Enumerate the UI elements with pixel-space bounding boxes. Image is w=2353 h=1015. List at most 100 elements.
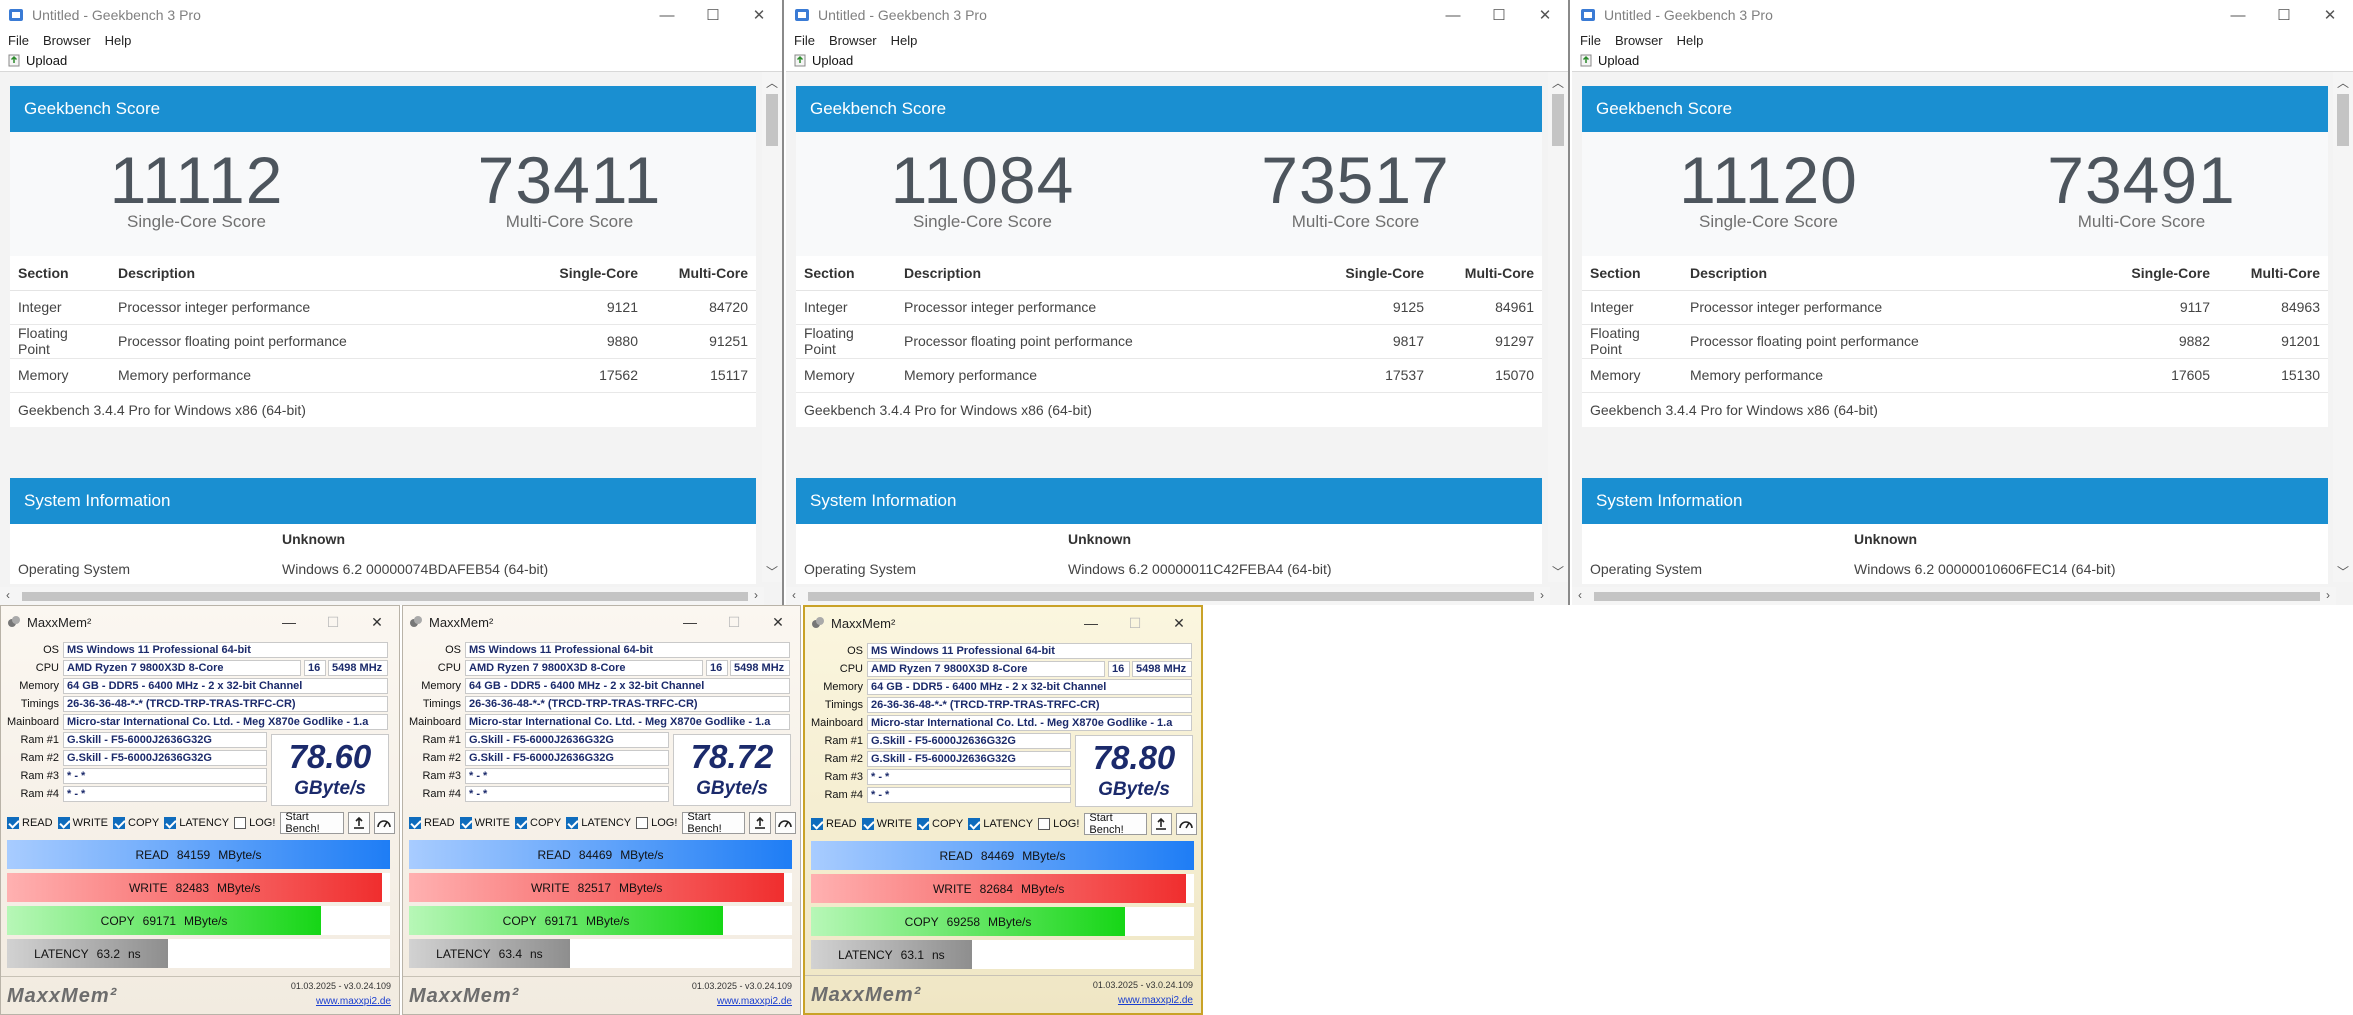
copy-bar: COPY 69171 MByte/s [7,906,322,935]
read-checkbox[interactable]: READ [811,818,857,830]
latency-checkbox[interactable]: LATENCY [566,817,631,829]
scroll-left-icon[interactable]: ‹ [1578,588,1582,602]
latency-checkbox[interactable]: LATENCY [164,817,229,829]
title-bar[interactable]: Untitled - Geekbench 3 Pro — ☐ ✕ [0,0,782,30]
maximize-button[interactable]: ☐ [311,614,355,631]
scroll-right-icon[interactable]: › [1540,588,1544,602]
scroll-left-icon[interactable]: ‹ [6,588,10,602]
horizontal-scrollbar[interactable]: ‹ › [786,587,1550,605]
maximize-button[interactable]: ☐ [690,6,736,24]
read-checkbox[interactable]: READ [7,817,53,829]
scroll-thumb[interactable] [2337,94,2349,146]
maximize-button[interactable]: ☐ [1476,6,1522,24]
website-link[interactable]: www.maxxpi2.de [316,996,391,1007]
speed-test-button[interactable] [1175,813,1197,835]
col-description: Description [110,256,526,291]
write-checkbox[interactable]: WRITE [57,817,108,829]
title-bar[interactable]: MaxxMem² — ☐ ✕ [1,606,399,638]
copy-checkbox[interactable]: COPY [917,818,963,830]
close-button[interactable]: ✕ [1522,6,1568,24]
vertical-scrollbar[interactable]: ︿ ﹀ [2333,72,2353,582]
title-bar[interactable]: Untitled - Geekbench 3 Pro — ☐ ✕ [1572,0,2353,30]
menu-file[interactable]: File [1580,33,1601,48]
minimize-button[interactable]: — [1069,615,1113,631]
start-bench-button[interactable]: Start Bench! [682,811,746,835]
close-button[interactable]: ✕ [736,6,782,24]
read-bar-track: READ 84159 MByte/s [7,840,390,869]
horizontal-scrollbar[interactable]: ‹ › [0,587,764,605]
scroll-up-icon[interactable]: ︿ [2333,74,2353,91]
scroll-left-icon[interactable]: ‹ [792,588,796,602]
upload-button[interactable] [749,812,771,834]
minimize-button[interactable]: — [2215,7,2261,24]
upload-button[interactable] [348,812,370,834]
upload-button[interactable] [1150,813,1172,835]
title-bar[interactable]: MaxxMem² — ☐ ✕ [805,607,1201,639]
menu-file[interactable]: File [8,33,29,48]
timings-value: 26-36-36-48-*-* (TRCD-TRP-TRAS-TRFC-CR) [867,697,1192,713]
menu-browser[interactable]: Browser [1615,33,1663,48]
menu-file[interactable]: File [794,33,815,48]
scroll-right-icon[interactable]: › [754,588,758,602]
scroll-thumb[interactable] [1552,94,1564,146]
horizontal-scrollbar[interactable]: ‹ › [1572,587,2336,605]
start-bench-button[interactable]: Start Bench! [280,811,345,835]
footer: MaxxMem² 01.03.2025 - v3.0.24.109 www.ma… [1,976,399,1014]
cpu-value: AMD Ryzen 7 9800X3D 8-Core [465,660,703,676]
close-button[interactable]: ✕ [756,614,800,631]
speed-test-button[interactable] [373,812,395,834]
ram2-value: G.Skill - F5-6000J2636G32G [465,750,669,766]
write-checkbox[interactable]: WRITE [459,817,510,829]
title-bar[interactable]: Untitled - Geekbench 3 Pro — ☐ ✕ [786,0,1568,30]
menu-help[interactable]: Help [1677,33,1704,48]
log-checkbox[interactable]: LOG! [1038,818,1079,830]
upload-button[interactable]: Upload [26,53,67,68]
speed-test-button[interactable] [774,812,796,834]
scroll-thumb[interactable] [22,592,748,601]
log-checkbox[interactable]: LOG! [636,817,677,829]
website-link[interactable]: www.maxxpi2.de [717,996,792,1007]
minimize-button[interactable]: — [644,7,690,24]
latency-checkbox[interactable]: LATENCY [968,818,1033,830]
close-button[interactable]: ✕ [1157,615,1201,632]
minimize-button[interactable]: — [668,614,712,630]
vertical-scrollbar[interactable]: ︿ ﹀ [1548,72,1568,582]
maximize-button[interactable]: ☐ [712,614,756,631]
scroll-down-icon[interactable]: ﹀ [762,563,782,580]
vertical-scrollbar[interactable]: ︿ ﹀ [762,72,782,582]
scroll-up-icon[interactable]: ︿ [762,74,782,91]
scroll-thumb[interactable] [766,94,778,146]
minimize-button[interactable]: — [267,614,311,630]
scroll-thumb[interactable] [1594,592,2320,601]
minimize-button[interactable]: — [1430,7,1476,24]
scroll-right-icon[interactable]: › [2326,588,2330,602]
cpu-label: CPU [437,662,461,674]
upload-button[interactable]: Upload [812,53,853,68]
close-button[interactable]: ✕ [355,614,399,631]
write-bar: WRITE 82517 MByte/s [409,873,785,902]
read-checkbox[interactable]: READ [409,817,455,829]
title-bar[interactable]: MaxxMem² — ☐ ✕ [403,606,800,638]
scroll-down-icon[interactable]: ﹀ [1548,563,1568,580]
log-checkbox[interactable]: LOG! [234,817,275,829]
write-checkbox[interactable]: WRITE [861,818,912,830]
scroll-thumb[interactable] [808,592,1534,601]
menu-browser[interactable]: Browser [829,33,877,48]
scroll-up-icon[interactable]: ︿ [1548,74,1568,91]
row-section: Memory [10,358,110,393]
start-bench-button[interactable]: Start Bench! [1084,812,1147,836]
copy-checkbox[interactable]: COPY [113,817,159,829]
maximize-button[interactable]: ☐ [1113,615,1157,632]
maximize-button[interactable]: ☐ [2261,6,2307,24]
menu-browser[interactable]: Browser [43,33,91,48]
timings-label: Timings [20,698,59,710]
website-link[interactable]: www.maxxpi2.de [1118,995,1193,1006]
upload-button[interactable]: Upload [1598,53,1639,68]
menu-help[interactable]: Help [105,33,132,48]
scroll-down-icon[interactable]: ﹀ [2333,563,2353,580]
copy-checkbox[interactable]: COPY [515,817,561,829]
ram2-label: Ram #2 [20,752,59,764]
menu-help[interactable]: Help [891,33,918,48]
close-button[interactable]: ✕ [2307,6,2353,24]
system-info-panel: System Information Unknown Operating Sys… [1582,478,2328,584]
